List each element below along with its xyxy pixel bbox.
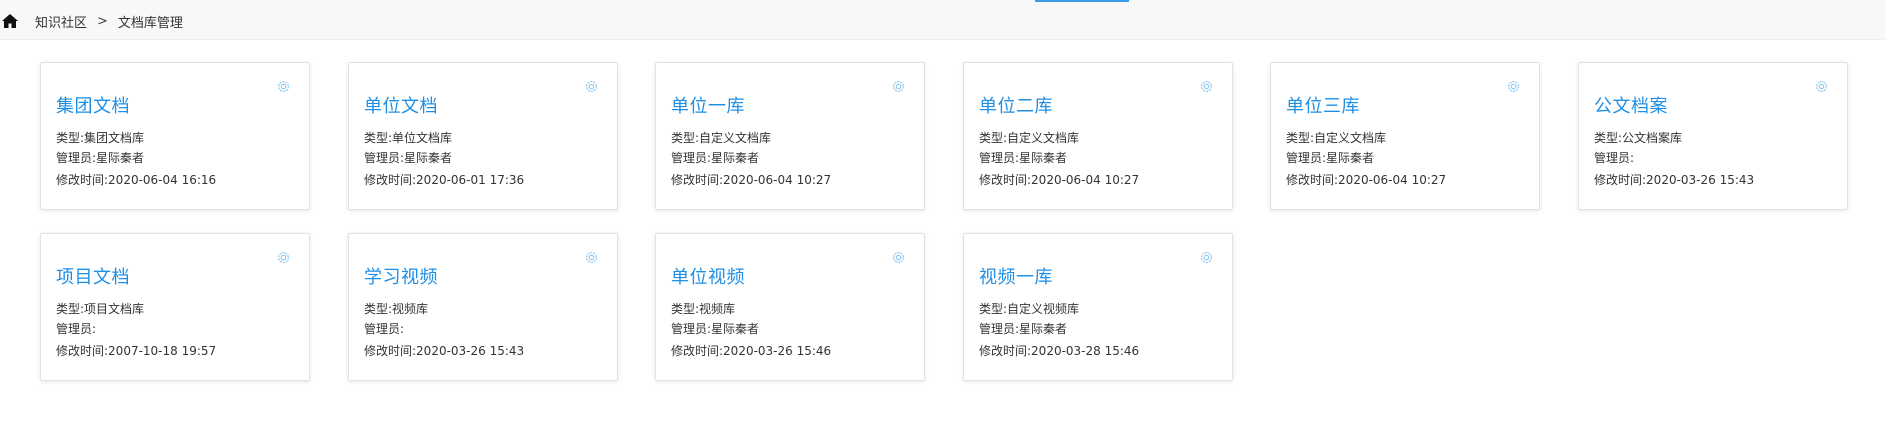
card-title[interactable]: 单位二库 (979, 92, 1053, 118)
card-modified-time: 修改时间:2020-03-26 15:43 (364, 344, 525, 358)
card-title[interactable]: 单位文档 (364, 92, 438, 118)
breadcrumb-item-community[interactable]: 知识社区 (35, 12, 87, 31)
card-type: 类型:公文档案库 (1594, 131, 1683, 145)
settings-icon[interactable] (276, 79, 291, 94)
card-title[interactable]: 项目文档 (56, 263, 130, 289)
card-type: 类型:项目文档库 (56, 302, 145, 316)
library-card[interactable]: 单位视频 类型:视频库 管理员:星际秦者 修改时间:2020-03-26 15:… (655, 233, 925, 381)
breadcrumb-item-current: 文档库管理 (117, 15, 183, 31)
library-card[interactable]: 单位文档 类型:单位文档库 管理员:星际秦者 修改时间:2020-06-01 1… (348, 62, 618, 210)
card-admin: 管理员:星际秦者 (364, 151, 453, 165)
library-card[interactable]: 单位一库 类型:自定义文档库 管理员:星际秦者 修改时间:2020-06-04 … (655, 62, 925, 210)
card-modified-time: 修改时间:2020-03-26 15:46 (671, 344, 832, 358)
card-admin: 管理员: (1594, 151, 1635, 165)
settings-icon[interactable] (276, 250, 291, 265)
card-admin: 管理员: (56, 322, 97, 336)
settings-icon[interactable] (584, 79, 599, 94)
settings-icon[interactable] (1199, 79, 1214, 94)
card-admin: 管理员:星际秦者 (671, 151, 760, 165)
card-title[interactable]: 集团文档 (56, 92, 130, 118)
card-modified-time: 修改时间:2007-10-18 19:57 (56, 344, 217, 358)
card-modified-time: 修改时间:2020-06-04 10:27 (1286, 173, 1447, 187)
card-title[interactable]: 单位一库 (671, 92, 745, 118)
card-type: 类型:自定义视频库 (979, 302, 1080, 316)
card-modified-time: 修改时间:2020-06-04 16:16 (56, 173, 217, 187)
card-title[interactable]: 单位三库 (1286, 92, 1360, 118)
library-card[interactable]: 集团文档 类型:集团文档库 管理员:星际秦者 修改时间:2020-06-04 1… (40, 62, 310, 210)
settings-icon[interactable] (891, 79, 906, 94)
card-admin: 管理员:星际秦者 (979, 322, 1068, 336)
card-type: 类型:视频库 (364, 302, 429, 316)
card-type: 类型:单位文档库 (364, 131, 453, 145)
card-modified-time: 修改时间:2020-03-28 15:46 (979, 344, 1140, 358)
card-modified-time: 修改时间:2020-06-01 17:36 (364, 173, 525, 187)
library-card[interactable]: 公文档案 类型:公文档案库 管理员: 修改时间:2020-03-26 15:43 (1578, 62, 1848, 210)
card-title[interactable]: 学习视频 (364, 263, 438, 289)
card-admin: 管理员:星际秦者 (56, 151, 145, 165)
card-type: 类型:集团文档库 (56, 131, 145, 145)
home-icon[interactable] (1, 12, 19, 30)
settings-icon[interactable] (584, 250, 599, 265)
card-title[interactable]: 视频一库 (979, 263, 1053, 289)
card-type: 类型:自定义文档库 (1286, 131, 1387, 145)
settings-icon[interactable] (1506, 79, 1521, 94)
card-title[interactable]: 公文档案 (1594, 92, 1668, 118)
card-type: 类型:视频库 (671, 302, 736, 316)
top-accent-bar (1035, 0, 1129, 2)
card-modified-time: 修改时间:2020-06-04 10:27 (671, 173, 832, 187)
library-card[interactable]: 视频一库 类型:自定义视频库 管理员:星际秦者 修改时间:2020-03-28 … (963, 233, 1233, 381)
breadcrumb-separator: > (97, 13, 108, 29)
card-admin: 管理员:星际秦者 (671, 322, 760, 336)
card-admin: 管理员:星际秦者 (1286, 151, 1375, 165)
card-type: 类型:自定义文档库 (979, 131, 1080, 145)
library-card[interactable]: 单位二库 类型:自定义文档库 管理员:星际秦者 修改时间:2020-06-04 … (963, 62, 1233, 210)
top-bar: 知识社区 > 文档库管理 (0, 0, 1885, 40)
settings-icon[interactable] (1814, 79, 1829, 94)
library-card[interactable]: 学习视频 类型:视频库 管理员: 修改时间:2020-03-26 15:43 (348, 233, 618, 381)
card-modified-time: 修改时间:2020-03-26 15:43 (1594, 173, 1755, 187)
library-card[interactable]: 单位三库 类型:自定义文档库 管理员:星际秦者 修改时间:2020-06-04 … (1270, 62, 1540, 210)
card-title[interactable]: 单位视频 (671, 263, 745, 289)
card-modified-time: 修改时间:2020-06-04 10:27 (979, 173, 1140, 187)
card-admin: 管理员: (364, 322, 405, 336)
settings-icon[interactable] (891, 250, 906, 265)
settings-icon[interactable] (1199, 250, 1214, 265)
library-card[interactable]: 项目文档 类型:项目文档库 管理员: 修改时间:2007-10-18 19:57 (40, 233, 310, 381)
card-type: 类型:自定义文档库 (671, 131, 772, 145)
card-admin: 管理员:星际秦者 (979, 151, 1068, 165)
breadcrumb: 知识社区 > 文档库管理 (0, 11, 183, 31)
